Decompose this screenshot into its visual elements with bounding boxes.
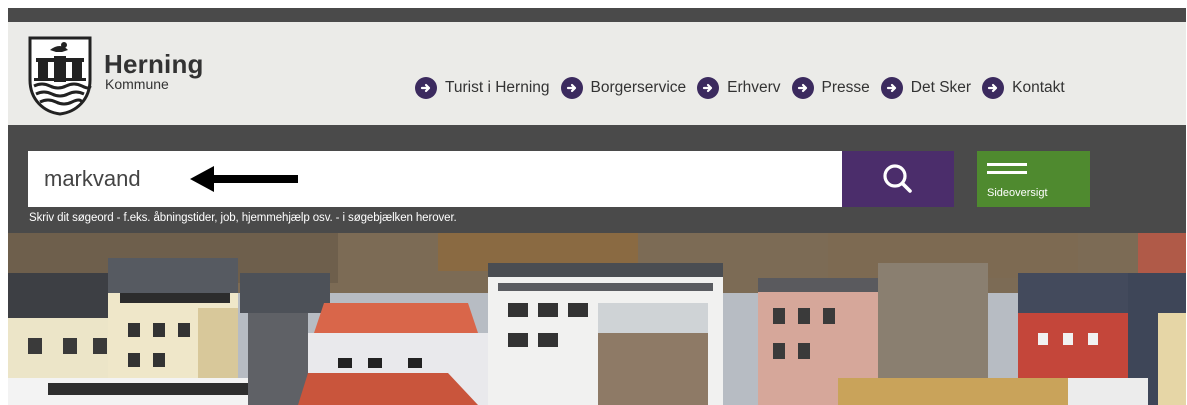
nav-item-turist[interactable]: Turist i Herning bbox=[415, 77, 550, 99]
nav-item-det-sker[interactable]: Det Sker bbox=[880, 77, 972, 99]
search-icon bbox=[883, 164, 912, 193]
annotation-arrow-icon bbox=[190, 166, 298, 192]
arrow-right-circle-icon bbox=[415, 77, 437, 99]
arrow-right-circle-icon bbox=[982, 77, 1005, 99]
nav-item-erhverv[interactable]: Erhverv bbox=[697, 77, 781, 99]
search-input[interactable] bbox=[28, 151, 842, 207]
arrow-right-circle-icon bbox=[791, 77, 814, 99]
site-logo[interactable]: Herning Kommune bbox=[26, 34, 216, 116]
page: Herning Kommune Turist i Herning Borgers… bbox=[8, 8, 1186, 405]
arrow-right-circle-icon bbox=[560, 77, 583, 99]
sitemap-label: Sideoversigt bbox=[987, 187, 1048, 199]
nav-item-kontakt[interactable]: Kontakt bbox=[982, 77, 1065, 99]
nav-item-label: Presse bbox=[821, 79, 870, 96]
arrow-right-circle-icon bbox=[697, 77, 720, 99]
arrow-right-circle-icon bbox=[880, 77, 903, 99]
nav-item-label: Det Sker bbox=[910, 79, 972, 96]
town-rooftops-photo bbox=[8, 233, 1186, 405]
coat-of-arms-icon bbox=[28, 36, 92, 116]
nav-item-borgerservice[interactable]: Borgerservice bbox=[560, 77, 687, 99]
search-hint: Skriv dit søgeord - f.eks. åbningstider,… bbox=[29, 212, 457, 224]
search-button[interactable] bbox=[842, 151, 954, 207]
hero-image bbox=[8, 233, 1186, 405]
nav-item-presse[interactable]: Presse bbox=[791, 77, 870, 99]
hamburger-menu-icon bbox=[987, 163, 1027, 177]
nav-item-label: Borgerservice bbox=[590, 79, 687, 96]
search-bar: Sideoversigt Skriv dit søgeord - f.eks. … bbox=[8, 125, 1186, 233]
nav-item-label: Turist i Herning bbox=[445, 79, 550, 96]
site-header: Herning Kommune Turist i Herning Borgers… bbox=[8, 22, 1186, 125]
nav-item-label: Kontakt bbox=[1012, 79, 1065, 96]
top-bar bbox=[8, 8, 1186, 22]
sitemap-button[interactable]: Sideoversigt bbox=[977, 151, 1090, 207]
logo-subtitle: Kommune bbox=[105, 76, 169, 92]
nav-item-label: Erhverv bbox=[727, 79, 781, 96]
main-navigation: Turist i Herning Borgerservice Erhverv P… bbox=[415, 76, 1076, 100]
